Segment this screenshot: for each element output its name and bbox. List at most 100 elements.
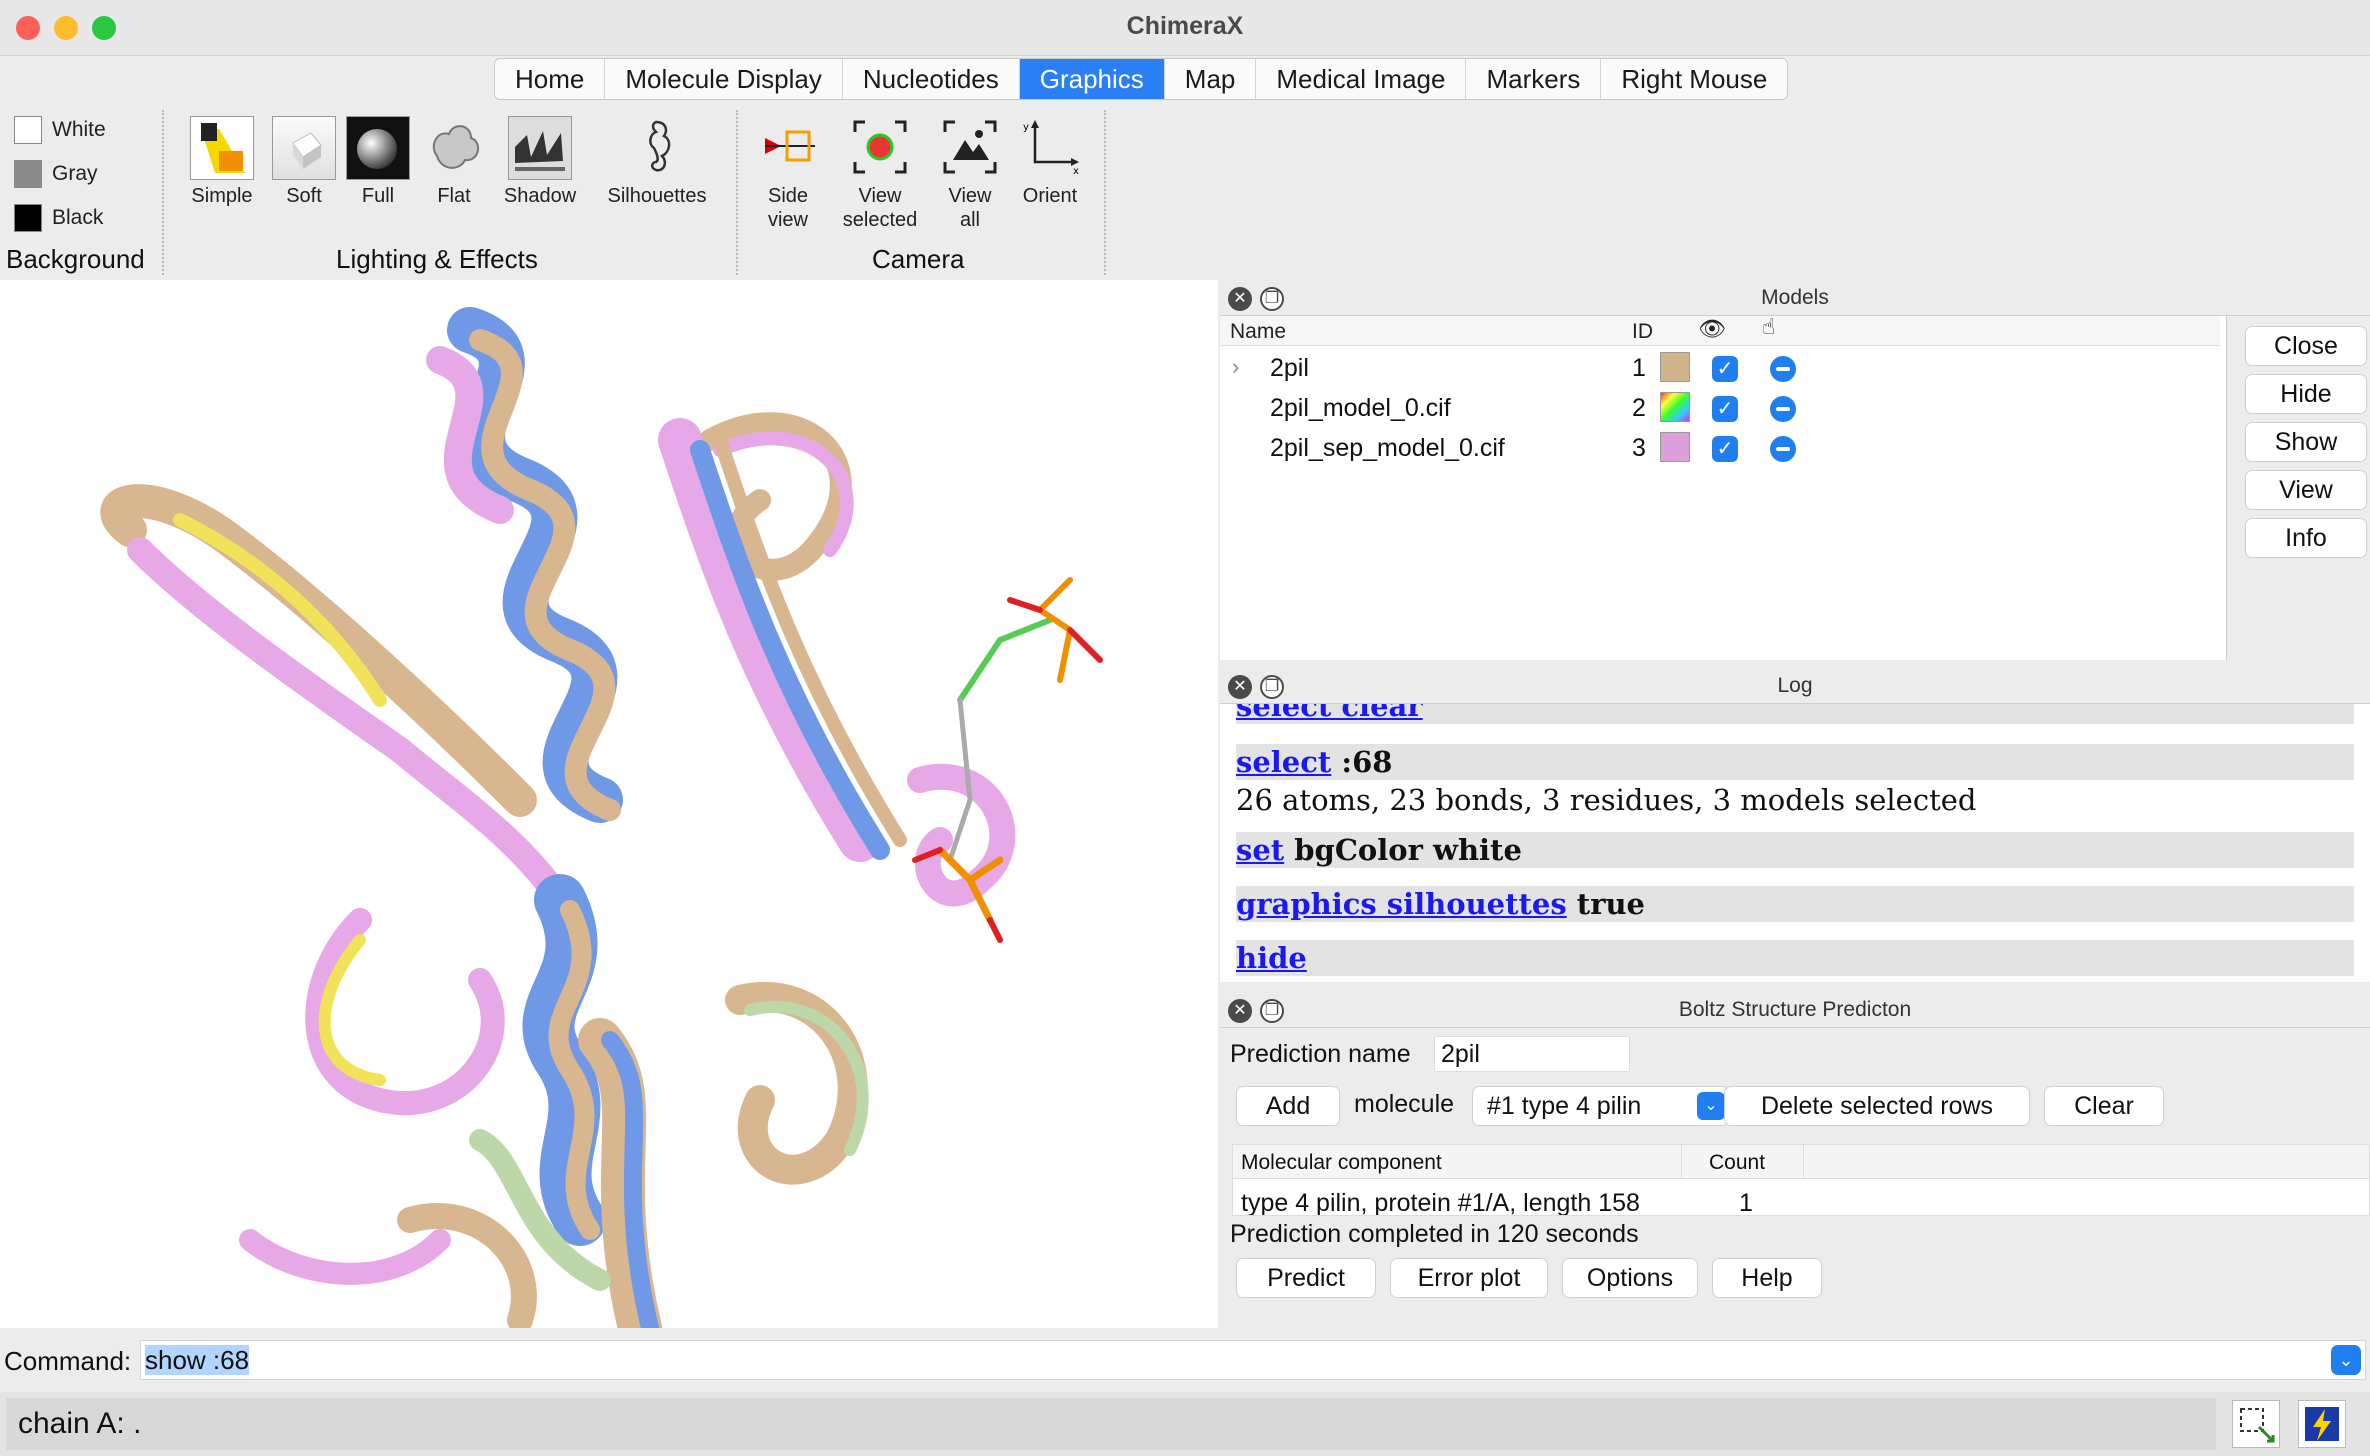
white-swatch-icon xyxy=(14,116,42,144)
model-id: 2 xyxy=(1632,394,1646,422)
lighting-full-button[interactable]: Full xyxy=(344,116,412,208)
log-command-link[interactable]: hide xyxy=(1236,941,1307,975)
tab-medical-image[interactable]: Medical Image xyxy=(1256,59,1467,99)
visibility-checkbox-icon[interactable]: ✓ xyxy=(1712,396,1738,422)
tab-molecule-display[interactable]: Molecule Display xyxy=(605,59,843,99)
chimerax-window: ChimeraX Home Molecule Display Nucleotid… xyxy=(0,0,2370,1456)
view-all-icon xyxy=(938,116,1002,180)
model-row-2[interactable]: 2pil_model_0.cif 2 ✓ xyxy=(1220,388,2220,428)
camera-view-all-button[interactable]: View all xyxy=(932,116,1008,232)
help-button[interactable]: Help xyxy=(1712,1258,1822,1298)
log-panel-header: ✕ ❐ Log xyxy=(1220,668,2370,704)
log-command-link[interactable]: graphics silhouettes xyxy=(1236,887,1567,921)
selection-toggle-icon[interactable] xyxy=(1770,356,1796,382)
log-entry: select :68 xyxy=(1236,744,2354,780)
graphics-viewer[interactable] xyxy=(0,280,1218,1328)
soft-cube-icon xyxy=(272,116,336,180)
models-view-button[interactable]: View xyxy=(2245,470,2367,510)
models-panel-header: ✕ ❐ Models xyxy=(1220,280,2370,316)
options-button[interactable]: Options xyxy=(1562,1258,1698,1298)
bg-gray-button[interactable]: Gray xyxy=(14,159,98,189)
delete-selected-rows-button[interactable]: Delete selected rows xyxy=(1724,1086,2030,1126)
tab-nucleotides[interactable]: Nucleotides xyxy=(843,59,1020,99)
tab-map[interactable]: Map xyxy=(1165,59,1257,99)
select-pointer-icon: ☝ xyxy=(1762,314,1776,339)
camera-group-label: Camera xyxy=(872,244,965,274)
lighting-group-label: Lighting & Effects xyxy=(336,244,538,274)
bg-black-button[interactable]: Black xyxy=(14,203,103,233)
protein-ribbon-render xyxy=(100,307,1103,1328)
models-info-button[interactable]: Info xyxy=(2245,518,2367,558)
expand-chevron-icon[interactable]: › xyxy=(1232,354,1239,380)
models-show-button[interactable]: Show xyxy=(2245,422,2367,462)
models-panel: ✕ ❐ Models Name ID 👁 ☝ › 2pil 1 ✓ 2pil_m… xyxy=(1220,280,2370,660)
svg-text:y: y xyxy=(1023,122,1029,133)
models-close-button[interactable]: Close xyxy=(2245,326,2367,366)
component-table-header: Molecular component Count xyxy=(1233,1145,2369,1179)
log-entry: hide xyxy=(1236,940,2354,976)
log-command-link[interactable]: set xyxy=(1236,833,1284,867)
tab-right-mouse[interactable]: Right Mouse xyxy=(1601,59,1787,99)
side-view-icon xyxy=(756,116,820,180)
boltz-panel-header: ✕ ❐ Boltz Structure Predicton xyxy=(1220,992,2370,1028)
select-region-icon[interactable] xyxy=(2232,1400,2280,1448)
log-command-link[interactable]: select xyxy=(1236,745,1331,779)
selection-toggle-icon[interactable] xyxy=(1770,396,1796,422)
column-count[interactable]: Count xyxy=(1709,1151,1765,1175)
predict-button[interactable]: Predict xyxy=(1236,1258,1376,1298)
log-entry: select clear xyxy=(1236,704,2354,724)
add-button[interactable]: Add xyxy=(1236,1086,1340,1126)
flat-blob-icon xyxy=(422,116,486,180)
model-name: 2pil xyxy=(1270,354,1309,382)
column-id[interactable]: ID xyxy=(1632,320,1653,344)
model-color-swatch[interactable] xyxy=(1660,352,1690,382)
lighting-flat-button[interactable]: Flat xyxy=(420,116,488,208)
model-id: 1 xyxy=(1632,354,1646,382)
component-row[interactable]: type 4 pilin, protein #1/A, length 158 1 xyxy=(1233,1179,2369,1215)
column-component[interactable]: Molecular component xyxy=(1241,1151,1442,1175)
model-row-3[interactable]: 2pil_sep_model_0.cif 3 ✓ xyxy=(1220,428,2220,468)
molecule-select[interactable]: #1 type 4 pilin ⌄ xyxy=(1472,1086,1730,1126)
lightning-icon[interactable] xyxy=(2298,1400,2346,1448)
ribbon-separator xyxy=(736,110,738,275)
command-history-chevron-icon[interactable]: ⌄ xyxy=(2331,1345,2361,1375)
selection-toggle-icon[interactable] xyxy=(1770,436,1796,462)
visibility-checkbox-icon[interactable]: ✓ xyxy=(1712,356,1738,382)
lighting-simple-button[interactable]: Simple xyxy=(186,116,258,208)
lamp-icon xyxy=(190,116,254,180)
models-hide-button[interactable]: Hide xyxy=(2245,374,2367,414)
camera-view-selected-button[interactable]: View selected xyxy=(830,116,930,232)
svg-text:x: x xyxy=(1073,166,1079,177)
models-table: Name ID 👁 ☝ › 2pil 1 ✓ 2pil_model_0.cif … xyxy=(1220,314,2220,660)
bg-white-button[interactable]: White xyxy=(14,115,106,145)
window-title: ChimeraX xyxy=(1126,12,1244,40)
command-input[interactable]: show :68 ⌄ xyxy=(140,1340,2366,1380)
log-content[interactable]: select clear select :68 26 atoms, 23 bon… xyxy=(1220,704,2370,982)
tab-home[interactable]: Home xyxy=(495,59,606,99)
title-bar: ChimeraX xyxy=(0,0,2370,56)
boltz-panel-title: Boltz Structure Predicton xyxy=(1678,998,1912,1021)
tab-markers[interactable]: Markers xyxy=(1466,59,1602,99)
lighting-shadow-button[interactable]: Shadow xyxy=(496,116,584,208)
camera-side-view-button[interactable]: Side view xyxy=(750,116,826,232)
error-plot-button[interactable]: Error plot xyxy=(1390,1258,1548,1298)
seahorse-icon xyxy=(625,116,689,180)
command-label: Command: xyxy=(4,1346,132,1376)
model-color-swatch[interactable] xyxy=(1660,392,1690,422)
shadow-icon xyxy=(508,116,572,180)
model-row-1[interactable]: › 2pil 1 ✓ xyxy=(1220,348,2220,388)
column-name[interactable]: Name xyxy=(1230,320,1286,344)
clear-button[interactable]: Clear xyxy=(2044,1086,2164,1126)
model-color-swatch[interactable] xyxy=(1660,432,1690,462)
lighting-soft-button[interactable]: Soft xyxy=(268,116,340,208)
prediction-name-input[interactable]: 2pil xyxy=(1434,1036,1630,1072)
tab-graphics[interactable]: Graphics xyxy=(1019,59,1165,99)
lighting-silhouettes-button[interactable]: Silhouettes xyxy=(594,116,720,208)
status-text: chain A: . xyxy=(6,1398,2216,1450)
models-panel-title: Models xyxy=(1761,286,1829,309)
visibility-checkbox-icon[interactable]: ✓ xyxy=(1712,436,1738,462)
full-sphere-icon xyxy=(346,116,410,180)
gray-swatch-icon xyxy=(14,160,42,188)
camera-orient-button[interactable]: yx Orient xyxy=(1012,116,1088,208)
log-command-link[interactable]: select clear xyxy=(1236,704,1423,723)
